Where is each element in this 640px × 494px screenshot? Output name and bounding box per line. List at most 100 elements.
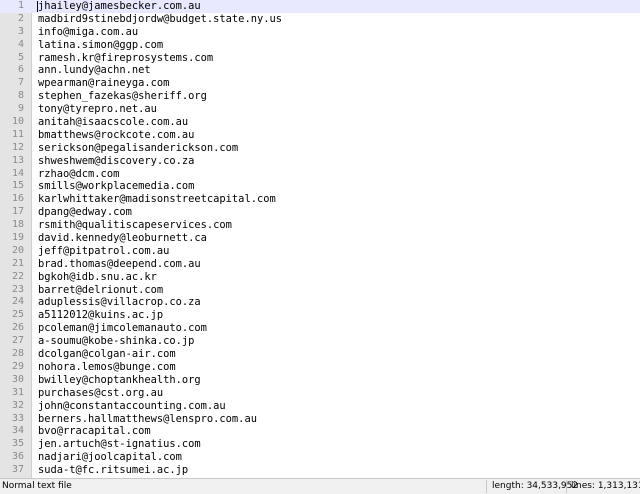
line-text[interactable]: tony@tyrepro.net.au [38, 103, 157, 116]
line-number: 23 [11, 283, 24, 295]
line-text[interactable]: rsmith@qualitiscapeservices.com [38, 219, 232, 232]
line-number: 6 [17, 64, 24, 76]
line-number: 27 [11, 335, 24, 347]
editor-line[interactable]: 24 aduplessis@villacrop.co.za [0, 296, 640, 309]
editor-line[interactable]: 19 david.kennedy@leoburnett.ca [0, 232, 640, 245]
line-text[interactable]: brad.thomas@deepend.com.au [38, 258, 201, 271]
line-text[interactable]: nadjari@joolcapital.com [38, 451, 182, 464]
editor-line[interactable]: 17 dpang@edway.com [0, 206, 640, 219]
editor-line[interactable]: 21 brad.thomas@deepend.com.au [0, 258, 640, 271]
line-number: 18 [11, 219, 24, 231]
editor-line[interactable]: 5 ramesh.kr@fireprosystems.com [0, 52, 640, 65]
editor-line[interactable]: 26 pcoleman@jimcolemanauto.com [0, 322, 640, 335]
line-number: 33 [11, 412, 24, 424]
editor-line[interactable]: 28 dcolgan@colgan-air.com [0, 348, 640, 361]
line-number: 8 [17, 90, 24, 102]
editor-line[interactable]: 25 a5112012@kuins.ac.jp [0, 309, 640, 322]
line-number: 30 [11, 373, 24, 385]
status-separator [486, 480, 487, 493]
editor-line[interactable]: 36 nadjari@joolcapital.com [0, 451, 640, 464]
line-text[interactable]: john@constantaccounting.com.au [38, 400, 226, 413]
editor-line[interactable]: 22 bgkoh@idb.snu.ac.kr [0, 271, 640, 284]
line-text[interactable]: smills@workplacemedia.com [38, 180, 194, 193]
line-text[interactable]: bgkoh@idb.snu.ac.kr [38, 271, 157, 284]
editor-line[interactable]: 18 rsmith@qualitiscapeservices.com [0, 219, 640, 232]
line-number: 7 [17, 77, 24, 89]
line-text[interactable]: serickson@pegalisanderickson.com [38, 142, 238, 155]
line-number: 34 [11, 425, 24, 437]
editor-line[interactable]: 14 rzhao@dcm.com [0, 168, 640, 181]
line-text[interactable]: barret@delrionut.com [38, 284, 163, 297]
line-text[interactable]: shweshwem@discovery.co.za [38, 155, 194, 168]
editor-line[interactable]: 4 latina.simon@ggp.com [0, 39, 640, 52]
line-text[interactable]: stephen_fazekas@sheriff.org [38, 90, 207, 103]
line-number: 14 [11, 167, 24, 179]
line-text[interactable]: suda-t@fc.ritsumei.ac.jp [38, 464, 188, 477]
line-text[interactable]: rzhao@dcm.com [38, 168, 119, 181]
line-number: 31 [11, 386, 24, 398]
line-text[interactable]: purchases@cst.org.au [38, 387, 163, 400]
line-number: 26 [11, 322, 24, 334]
line-number: 5 [17, 51, 24, 63]
line-text[interactable]: nohora.lemos@bunge.com [38, 361, 176, 374]
text-caret [37, 1, 38, 12]
line-text[interactable]: wpearman@raineyga.com [38, 77, 169, 90]
editor-line[interactable]: 2 madbird9stinebdjordw@budget.state.ny.us [0, 13, 640, 26]
line-number: 25 [11, 309, 24, 321]
editor-line[interactable]: 13 shweshwem@discovery.co.za [0, 155, 640, 168]
line-text[interactable]: latina.simon@ggp.com [38, 39, 163, 52]
editor-line[interactable]: 7 wpearman@raineyga.com [0, 77, 640, 90]
editor-line[interactable]: 11 bmatthews@rockcote.com.au [0, 129, 640, 142]
editor-line[interactable]: 37 suda-t@fc.ritsumei.ac.jp [0, 464, 640, 477]
editor-line[interactable]: 30 bwilley@choptankhealth.org [0, 374, 640, 387]
editor-line[interactable]: 33 berners.hallmatthews@lenspro.com.au [0, 413, 640, 426]
line-number: 20 [11, 244, 24, 256]
editor-line[interactable]: 35 jen.artuch@st-ignatius.com [0, 438, 640, 451]
line-text[interactable]: bvo@rracapital.com [38, 425, 151, 438]
current-line[interactable]: 1 jhailey@jamesbecker.com.au [0, 0, 640, 13]
editor-line[interactable]: 31 purchases@cst.org.au [0, 387, 640, 400]
editor-line[interactable]: 12 serickson@pegalisanderickson.com [0, 142, 640, 155]
editor-line[interactable]: 20 jeff@pitpatrol.com.au [0, 245, 640, 258]
editor-lines[interactable]: 1 jhailey@jamesbecker.com.au 2 madbird9stin… [0, 0, 640, 478]
editor-line[interactable]: 8 stephen_fazekas@sheriff.org [0, 90, 640, 103]
editor-line[interactable]: 10 anitah@isaacscole.com.au [0, 116, 640, 129]
line-text[interactable]: info@miga.com.au [38, 26, 138, 39]
line-text[interactable]: a5112012@kuins.ac.jp [38, 309, 163, 322]
line-text[interactable]: anitah@isaacscole.com.au [38, 116, 188, 129]
editor-line[interactable]: 32 john@constantaccounting.com.au [0, 400, 640, 413]
line-text[interactable]: jhailey@jamesbecker.com.au [38, 0, 201, 13]
line-text[interactable]: a-soumu@kobe-shinka.co.jp [38, 335, 194, 348]
line-text[interactable]: dcolgan@colgan-air.com [38, 348, 176, 361]
line-text[interactable]: bmatthews@rockcote.com.au [38, 129, 194, 142]
line-number: 35 [11, 438, 24, 450]
line-text[interactable]: david.kennedy@leoburnett.ca [38, 232, 207, 245]
editor-line[interactable]: 6 ann.lundy@achn.net [0, 64, 640, 77]
editor-line[interactable]: 34 bvo@rracapital.com [0, 425, 640, 438]
line-text[interactable]: dpang@edway.com [38, 206, 132, 219]
editor-line[interactable]: 3 info@miga.com.au [0, 26, 640, 39]
line-number: 3 [17, 25, 24, 37]
text-editor-area[interactable]: 1 jhailey@jamesbecker.com.au 2 madbird9stin… [0, 0, 640, 478]
editor-line[interactable]: 27 a-soumu@kobe-shinka.co.jp [0, 335, 640, 348]
line-number: 11 [11, 128, 24, 140]
line-text[interactable]: madbird9stinebdjordw@budget.state.ny.us [38, 13, 282, 26]
editor-line[interactable]: 16 karlwhittaker@madisonstreetcapital.com [0, 193, 640, 206]
editor-line[interactable]: 23 barret@delrionut.com [0, 284, 640, 297]
editor-line[interactable]: 15 smills@workplacemedia.com [0, 180, 640, 193]
line-number: 21 [11, 257, 24, 269]
line-text[interactable]: ramesh.kr@fireprosystems.com [38, 52, 213, 65]
editor-line[interactable]: 29 nohora.lemos@bunge.com [0, 361, 640, 374]
line-text[interactable]: jeff@pitpatrol.com.au [38, 245, 169, 258]
line-number: 1 [17, 0, 24, 11]
line-text[interactable]: ann.lundy@achn.net [38, 64, 151, 77]
line-text[interactable]: bwilley@choptankhealth.org [38, 374, 201, 387]
editor-line[interactable]: 9 tony@tyrepro.net.au [0, 103, 640, 116]
line-text[interactable]: pcoleman@jimcolemanauto.com [38, 322, 207, 335]
line-text[interactable]: jen.artuch@st-ignatius.com [38, 438, 201, 451]
line-number: 22 [11, 270, 24, 282]
line-text[interactable]: aduplessis@villacrop.co.za [38, 296, 201, 309]
line-text[interactable]: berners.hallmatthews@lenspro.com.au [38, 413, 257, 426]
line-text[interactable]: karlwhittaker@madisonstreetcapital.com [38, 193, 276, 206]
line-number: 17 [11, 206, 24, 218]
